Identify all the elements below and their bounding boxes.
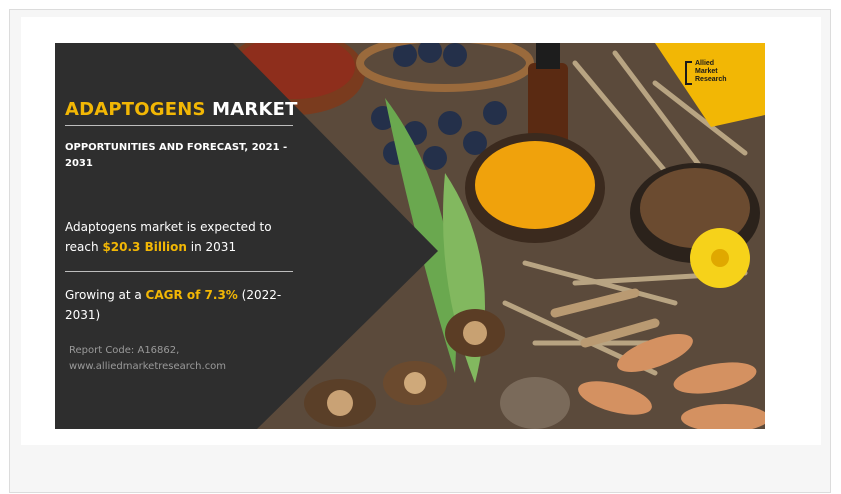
market-size-statement: Adaptogens market is expected to reach $… <box>65 217 305 257</box>
logo-line-1: Allied <box>695 60 715 67</box>
logo-line-3: Research <box>695 76 727 83</box>
adaptogens-market-banner: Allied Market Research ADAPTOGENS MARKET… <box>55 43 765 429</box>
market-size-year: in 2031 <box>186 240 237 254</box>
banner-title: ADAPTOGENS MARKET <box>65 99 298 120</box>
report-code: Report Code: A16862, <box>69 345 180 356</box>
logo-line-2: Market <box>695 68 718 75</box>
title-divider <box>65 125 293 126</box>
market-size-value: $20.3 Billion <box>102 240 187 254</box>
cagr-statement: Growing at a CAGR of 7.3% (2022-2031) <box>65 285 305 325</box>
logo-text: Allied Market Research <box>695 60 727 84</box>
cagr-value: CAGR of 7.3% <box>145 288 238 302</box>
title-rest: MARKET <box>205 99 298 120</box>
logo-bracket-icon <box>685 61 692 85</box>
allied-market-research-logo: Allied Market Research <box>685 60 727 90</box>
website-url: www.alliedmarketresearch.com <box>69 361 227 372</box>
title-highlight: ADAPTOGENS <box>65 99 206 120</box>
stats-divider <box>65 271 293 272</box>
cagr-text: Growing at a <box>65 288 146 302</box>
banner-subtitle: OPPORTUNITIES AND FORECAST, 2021 - 2031 <box>65 142 288 169</box>
